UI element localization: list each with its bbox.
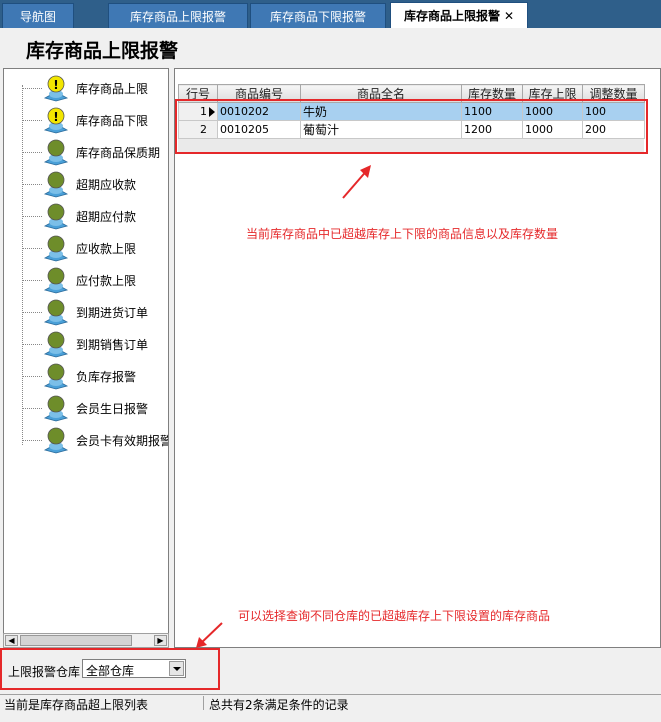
filter-annotation-text: 可以选择查询不同仓库的已超越库存上下限设置的库存商品	[238, 609, 551, 623]
tab-label: 导航图	[19, 9, 56, 24]
tree-connector	[22, 440, 42, 441]
status-left: 当前是库存商品超上限列表	[0, 696, 204, 712]
tree-item-label: 会员卡有效期报警	[76, 434, 169, 448]
tree-connector	[22, 376, 42, 377]
tree-item[interactable]: ! 库存商品下限	[4, 104, 168, 136]
page-title: 库存商品上限报警	[26, 40, 179, 62]
tree-item[interactable]: 会员卡有效期报警	[4, 424, 169, 456]
tree-item[interactable]: 到期进货订单	[4, 296, 168, 328]
tab-lower-limit-alert[interactable]: 库存商品下限报警	[250, 3, 386, 28]
scroll-left-icon[interactable]: ◀	[5, 635, 18, 646]
grid-highlight-box	[175, 99, 648, 154]
tree-connector	[22, 248, 42, 249]
person-icon	[43, 299, 69, 326]
tab-upper-limit-alert-active[interactable]: 库存商品上限报警 ✕	[390, 2, 528, 28]
tree-item[interactable]: 到期销售订单	[4, 328, 168, 360]
tree-connector	[22, 120, 42, 121]
person-icon	[43, 363, 69, 390]
tab-label: 库存商品下限报警	[269, 9, 366, 24]
tree-item[interactable]: 超期应收款	[4, 168, 168, 200]
tree-item[interactable]: 会员生日报警	[4, 392, 168, 424]
tree-item-label: 超期应收款	[76, 178, 137, 192]
tree-item-label: 库存商品下限	[76, 114, 149, 128]
app-window: 导航图 库存商品上限报警 库存商品下限报警 库存商品上限报警 ✕ 库存商品上限报…	[0, 0, 661, 722]
tree-item[interactable]: ! 库存商品上限	[4, 72, 168, 104]
person-icon	[43, 139, 69, 166]
grid-panel: 行号 商品编号 商品全名 库存数量 库存上限 调整数量 1 0010202 牛奶…	[174, 68, 661, 648]
warehouse-select-value: 全部仓库	[86, 664, 135, 678]
tree-connector	[22, 88, 42, 89]
tab-label: 库存商品上限报警	[403, 9, 500, 23]
tree-item[interactable]: 库存商品保质期	[4, 136, 168, 168]
warning-person-icon: !	[43, 107, 69, 134]
tree-item-label: 库存商品保质期	[76, 146, 161, 160]
tree-item-label: 应收款上限	[76, 242, 137, 256]
svg-text:!: !	[53, 78, 58, 92]
tree-connector	[22, 312, 42, 313]
warning-person-icon: !	[43, 75, 69, 102]
chevron-down-icon[interactable]	[169, 661, 184, 676]
tree-horizontal-scrollbar[interactable]: ◀ ▶	[3, 633, 169, 648]
tab-upper-limit-alert[interactable]: 库存商品上限报警	[108, 3, 248, 28]
close-icon[interactable]: ✕	[504, 9, 514, 23]
person-icon	[43, 427, 69, 454]
tree-connector	[22, 280, 42, 281]
scroll-thumb[interactable]	[20, 635, 132, 646]
tree-item[interactable]: 超期应付款	[4, 200, 168, 232]
person-icon	[43, 395, 69, 422]
tab-label: 库存商品上限报警	[129, 9, 226, 24]
tree-item-label: 库存商品上限	[76, 82, 149, 96]
tree-item-label: 应付款上限	[76, 274, 137, 288]
annotation-arrow-up-icon	[342, 165, 371, 199]
status-bar: 当前是库存商品超上限列表 总共有2条满足条件的记录	[0, 694, 661, 722]
tree-item-label: 会员生日报警	[76, 402, 149, 416]
tree-item[interactable]: 负库存报警	[4, 360, 168, 392]
tree-connector	[22, 184, 42, 185]
warehouse-select[interactable]: 全部仓库	[82, 659, 186, 678]
tree-item-label: 到期销售订单	[76, 338, 149, 352]
tab-bar: 导航图 库存商品上限报警 库存商品下限报警 库存商品上限报警 ✕	[0, 0, 661, 28]
person-icon	[43, 171, 69, 198]
tree-connector	[22, 344, 42, 345]
person-icon	[43, 203, 69, 230]
tree-item-label: 到期进货订单	[76, 306, 149, 320]
tab-navigation[interactable]: 导航图	[2, 3, 74, 28]
tree-connector	[22, 152, 42, 153]
svg-text:!: !	[53, 110, 58, 124]
status-right: 总共有2条满足条件的记录	[209, 698, 349, 712]
person-icon	[43, 235, 69, 262]
tree-connector	[22, 216, 42, 217]
warehouse-filter-label: 上限报警仓库	[8, 665, 81, 679]
tree-item[interactable]: 应付款上限	[4, 264, 168, 296]
tree-item-label: 负库存报警	[76, 370, 137, 384]
grid-annotation-text: 当前库存商品中已超越库存上下限的商品信息以及库存数量	[246, 227, 559, 241]
tree-item[interactable]: 应收款上限	[4, 232, 168, 264]
tree-connector	[22, 408, 42, 409]
annotation-arrow-down-icon	[196, 622, 223, 648]
tree-item-label: 超期应付款	[76, 210, 137, 224]
alert-tree[interactable]: ! 库存商品上限! 库存商品下限 库存商品保质期 超期应收款 超期应付款 应收款上限 应付款上…	[3, 68, 169, 648]
person-icon	[43, 331, 69, 358]
scroll-right-icon[interactable]: ▶	[154, 635, 167, 646]
person-icon	[43, 267, 69, 294]
